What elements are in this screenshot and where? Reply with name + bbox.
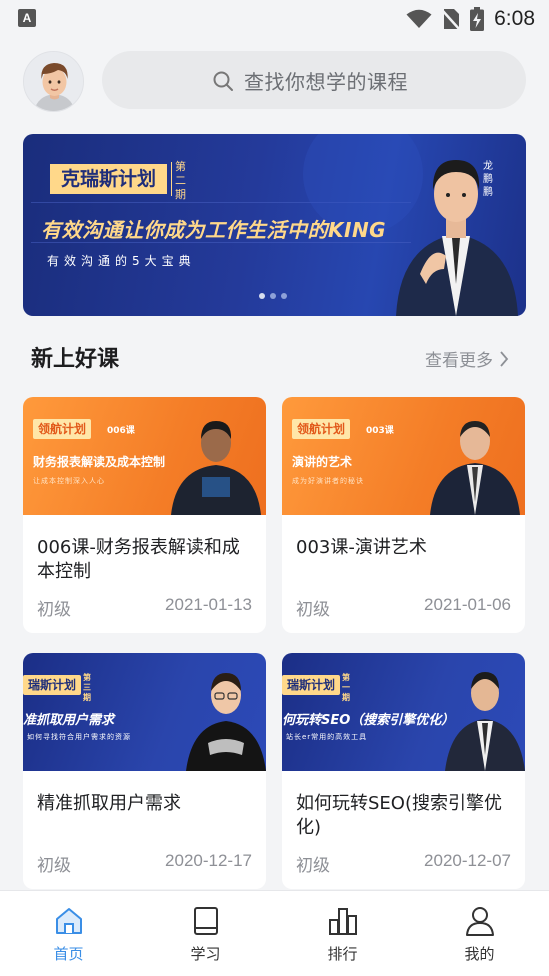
- search-icon: [213, 71, 233, 91]
- speaker-photo: [171, 421, 261, 515]
- tab-label: 我的: [464, 945, 495, 963]
- app-notification-icon: A: [18, 9, 36, 27]
- tab-label: 首页: [53, 945, 84, 963]
- avatar-illustration-icon: [24, 52, 83, 111]
- course-level: 初级: [296, 856, 330, 876]
- promo-banner[interactable]: 克瑞斯计划 第二期 有效沟通让你成为工作生活中的KING 有效沟通的5大宝典 龙…: [23, 134, 526, 316]
- course-thumbnail: 瑞斯计划 第三期 准抓取用户需求 如何寻找符合用户需求的资源: [23, 653, 266, 771]
- course-thumbnail: 领航计划 003课 演讲的艺术 成为好演讲者的秘诀: [282, 397, 525, 515]
- banner-tag: 克瑞斯计划: [50, 164, 167, 194]
- thumb-lesson-no: 第三期: [83, 673, 91, 702]
- tab-home[interactable]: 首页: [0, 891, 137, 976]
- avatar[interactable]: [23, 51, 84, 112]
- course-card[interactable]: 领航计划 006课 财务报表解读及成本控制 让成本控制深入人心 006课-财务报…: [23, 397, 266, 633]
- chevron-right-icon: [500, 350, 509, 367]
- search-bar[interactable]: 查找你想学的课程: [102, 51, 526, 109]
- see-more-link[interactable]: 查看更多: [425, 346, 509, 371]
- thumb-lesson-no: 第一期: [342, 673, 350, 702]
- tab-label: 排行: [327, 945, 358, 963]
- thumb-tag: 瑞斯计划: [282, 675, 341, 695]
- banner-phase: 第二期: [175, 160, 186, 201]
- speaker-photo: [445, 672, 525, 771]
- wifi-icon: [406, 9, 432, 28]
- carousel-dots[interactable]: [259, 293, 287, 299]
- thumb-title: 准抓取用户需求: [23, 713, 115, 728]
- thumb-title: 何玩转SEO（搜索引擎优化）: [282, 713, 455, 728]
- course-title: 如何玩转SEO(搜索引擎优化): [296, 793, 502, 838]
- course-level: 初级: [296, 600, 330, 620]
- thumb-tag: 瑞斯计划: [23, 675, 82, 695]
- course-thumbnail: 瑞斯计划 第一期 何玩转SEO（搜索引擎优化） 站长er常用的高效工具: [282, 653, 525, 771]
- thumb-subtitle: 如何寻找符合用户需求的资源: [27, 733, 131, 741]
- section-title: 新上好课: [31, 347, 120, 372]
- search-placeholder: 查找你想学的课程: [244, 69, 408, 94]
- banner-speaker-name: 龙鹏鹏: [483, 161, 493, 198]
- course-card[interactable]: 瑞斯计划 第三期 准抓取用户需求 如何寻找符合用户需求的资源 精准抓取用户需求 …: [23, 653, 266, 889]
- course-level: 初级: [37, 856, 71, 876]
- book-icon: [194, 907, 218, 935]
- course-thumbnail: 领航计划 006课 财务报表解读及成本控制 让成本控制深入人心: [23, 397, 266, 515]
- course-card[interactable]: 领航计划 003课 演讲的艺术 成为好演讲者的秘诀 003课-演讲艺术 初级 2…: [282, 397, 525, 633]
- tab-study[interactable]: 学习: [137, 891, 274, 976]
- tab-profile[interactable]: 我的: [411, 891, 548, 976]
- thumb-title: 演讲的艺术: [292, 455, 353, 469]
- speaker-photo: [430, 421, 520, 515]
- thumb-tag: 领航计划: [33, 419, 92, 439]
- course-title: 003课-演讲艺术: [296, 537, 427, 558]
- thumb-subtitle: 让成本控制深入人心: [33, 477, 105, 485]
- tab-label: 学习: [190, 945, 221, 963]
- speaker-photo: [186, 673, 266, 771]
- no-sim-icon: [442, 9, 461, 30]
- status-bar: A 6:08: [0, 0, 549, 38]
- app-screen: A 6:08 查找你想学的课程 克瑞斯计划 第二期 有效沟通让你成为工作生活中的…: [0, 0, 549, 976]
- course-date: 2020-12-07: [424, 851, 511, 870]
- course-date: 2020-12-17: [165, 851, 252, 870]
- ranking-icon: [329, 908, 357, 935]
- bottom-tab-bar: 首页 学习 排行 我的: [0, 890, 549, 976]
- banner-divider: [171, 162, 172, 196]
- carousel-dot[interactable]: [259, 293, 265, 299]
- course-date: 2021-01-13: [165, 595, 252, 614]
- course-level: 初级: [37, 600, 71, 620]
- course-date: 2021-01-06: [424, 595, 511, 614]
- speaker-photo: [396, 160, 518, 316]
- banner-subtitle: 有效沟通的5大宝典: [47, 254, 196, 268]
- thumb-lesson-no: 003课: [366, 426, 394, 436]
- battery-charging-icon: [470, 7, 485, 31]
- thumb-tag: 领航计划: [292, 419, 351, 439]
- banner-title: 有效沟通让你成为工作生活中的KING: [41, 218, 387, 242]
- carousel-dot[interactable]: [270, 293, 276, 299]
- thumb-subtitle: 站长er常用的高效工具: [286, 733, 368, 741]
- thumb-subtitle: 成为好演讲者的秘诀: [292, 477, 364, 485]
- thumb-lesson-no: 006课: [107, 426, 135, 436]
- see-more-label: 查看更多: [425, 351, 493, 371]
- tab-ranking[interactable]: 排行: [274, 891, 411, 976]
- user-icon: [466, 907, 494, 936]
- clock: 6:08: [494, 7, 535, 30]
- course-title: 精准抓取用户需求: [37, 793, 181, 814]
- carousel-dot[interactable]: [281, 293, 287, 299]
- course-title: 006课-财务报表解读和成本控制: [37, 537, 240, 582]
- course-card[interactable]: 瑞斯计划 第一期 何玩转SEO（搜索引擎优化） 站长er常用的高效工具 如何玩转…: [282, 653, 525, 889]
- home-icon: [56, 908, 82, 934]
- thumb-title: 财务报表解读及成本控制: [33, 455, 166, 469]
